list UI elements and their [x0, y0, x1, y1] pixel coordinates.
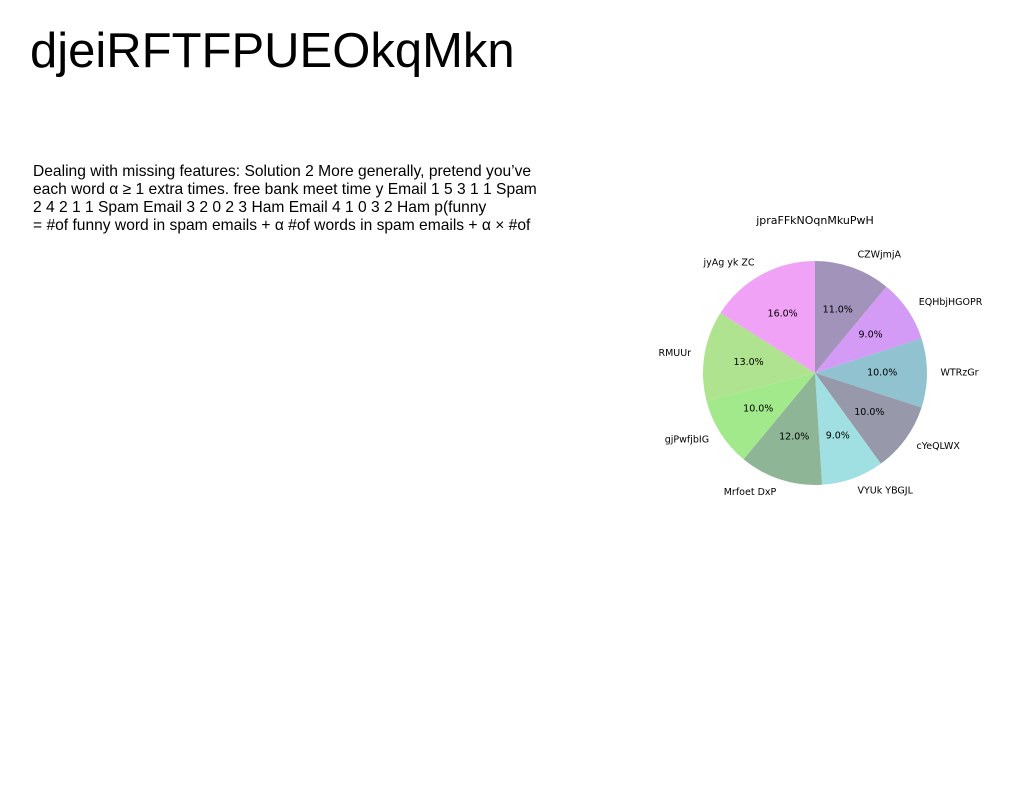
body-line: = #of funny word in spam emails + α #of … — [33, 217, 531, 234]
slice-percent-label: 9.0% — [826, 431, 850, 442]
slice-category-label: VYUk YBGJL — [857, 486, 913, 497]
slice-percent-label: 12.0% — [779, 431, 809, 442]
body-line: 2 4 2 1 1 Spam Email 3 2 0 2 3 Ham Email… — [33, 199, 487, 216]
body-line: Dealing with missing features: Solution … — [33, 163, 532, 180]
slice-percent-label: 11.0% — [823, 304, 853, 315]
slice-category-label: cYeQLWX — [916, 441, 960, 452]
slice-category-label: gjPwfjbIG — [665, 435, 709, 446]
slice-category-label: EQHbjHGOPR — [919, 297, 983, 308]
slice-category-label: Mrfoet DxP — [724, 487, 777, 498]
slice-category-label: WTRzGr — [940, 368, 978, 379]
slice-category-label: CZWjmjA — [857, 249, 901, 260]
slice-percent-label: 10.0% — [867, 368, 897, 379]
pie-chart: jpraFFkNOqnMkuPwH 11.0% CZWjmjA 9.0% EQHbjH… — [658, 214, 983, 498]
slide-body-text: Dealing with missing features: Solution … — [33, 163, 553, 235]
chart-title: jpraFFkNOqnMkuPwH — [755, 214, 874, 227]
slice-percent-label: 10.0% — [854, 407, 884, 418]
slice-percent-label: 9.0% — [859, 330, 883, 341]
slice-percent-label: 10.0% — [743, 404, 773, 415]
slice-category-label: jyAg yk ZC — [702, 258, 754, 269]
slice-percent-label: 13.0% — [734, 357, 764, 368]
body-line: each word α ≥ 1 extra times. free bank m… — [33, 181, 537, 198]
slice-category-label: RMUUr — [658, 348, 691, 359]
slide-title: djeiRFTFPUEOkqMkn — [30, 24, 515, 78]
slice-percent-label: 16.0% — [768, 309, 798, 320]
